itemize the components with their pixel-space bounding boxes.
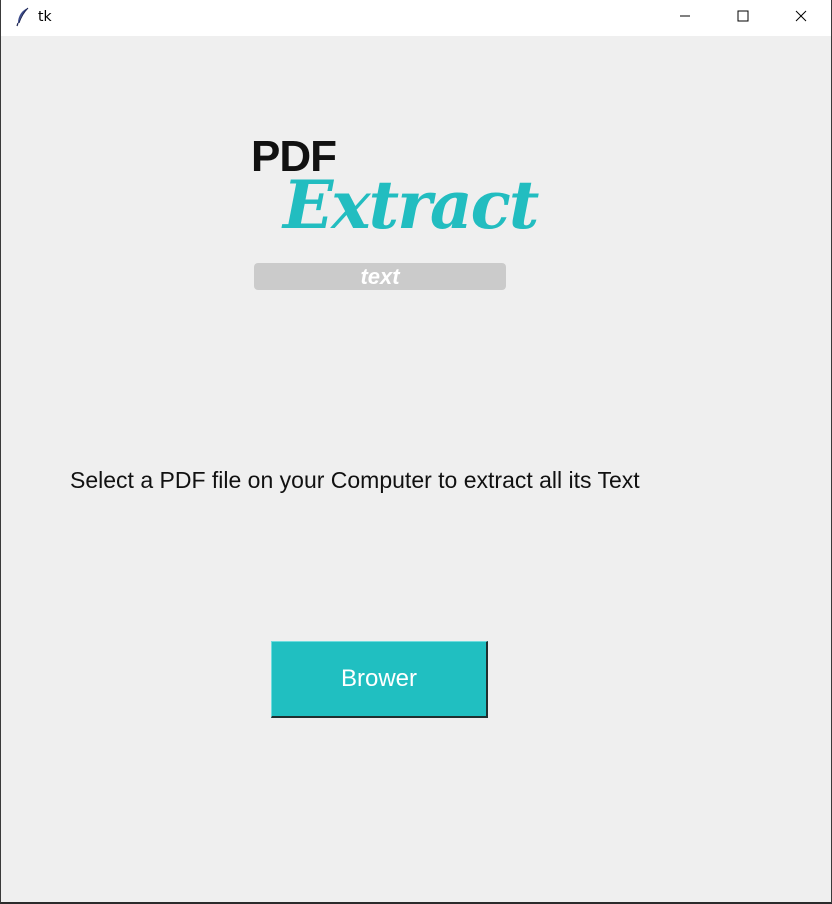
close-button[interactable] — [772, 0, 830, 36]
browse-button[interactable]: Brower — [271, 641, 488, 718]
maximize-icon — [737, 9, 749, 27]
maximize-button[interactable] — [714, 0, 772, 36]
pdf-extract-logo: PDF Extract text — [251, 130, 539, 295]
feather-icon — [15, 7, 31, 27]
title-bar[interactable]: tk — [1, 0, 831, 36]
minimize-icon — [679, 9, 691, 27]
logo-tag-bar: text — [254, 263, 506, 290]
window-title: tk — [38, 9, 52, 25]
instruction-label: Select a PDF file on your Computer to ex… — [70, 467, 640, 493]
logo-tag-text: text — [360, 264, 400, 289]
minimize-button[interactable] — [656, 0, 714, 36]
app-window: tk PDF Extract text Select a PDF file on… — [0, 0, 832, 904]
logo-extract-text: Extract — [283, 166, 539, 244]
close-icon — [795, 9, 807, 27]
